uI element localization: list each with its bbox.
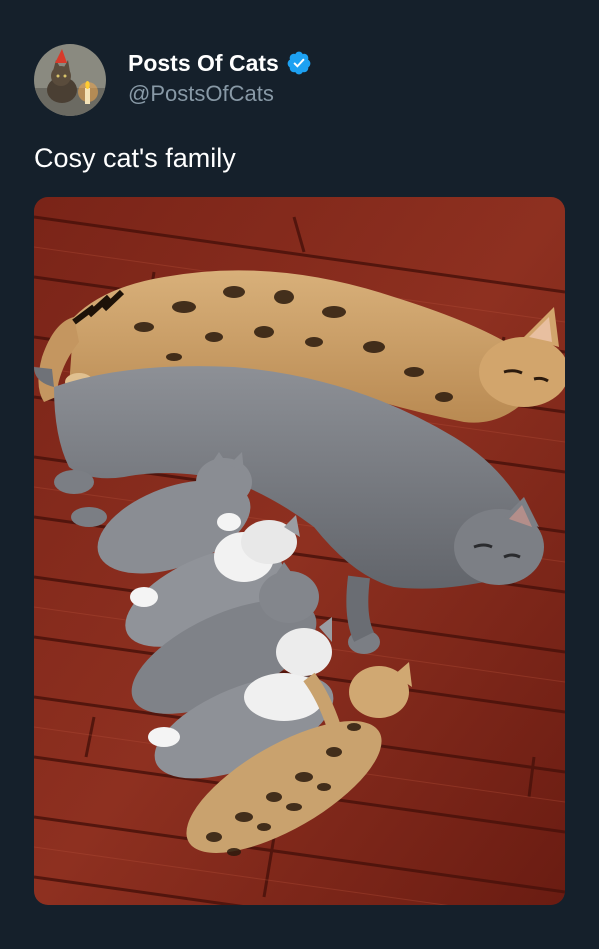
avatar[interactable] — [34, 44, 106, 116]
user-handle[interactable]: @PostsOfCats — [128, 80, 312, 108]
display-name[interactable]: Posts Of Cats — [128, 49, 279, 77]
tweet-text: Cosy cat's family — [34, 143, 236, 173]
cats-on-wood-floor-image — [34, 197, 565, 905]
author-names: Posts Of Cats @PostsOfCats — [128, 49, 312, 108]
display-name-row: Posts Of Cats — [128, 49, 312, 77]
avatar-image — [34, 44, 106, 116]
verified-badge-icon — [286, 50, 312, 76]
tweet-photo[interactable] — [34, 197, 565, 905]
tweet-header: Posts Of Cats @PostsOfCats — [34, 44, 312, 116]
tweet-card: Posts Of Cats @PostsOfCats Cosy cat's fa… — [0, 0, 599, 949]
